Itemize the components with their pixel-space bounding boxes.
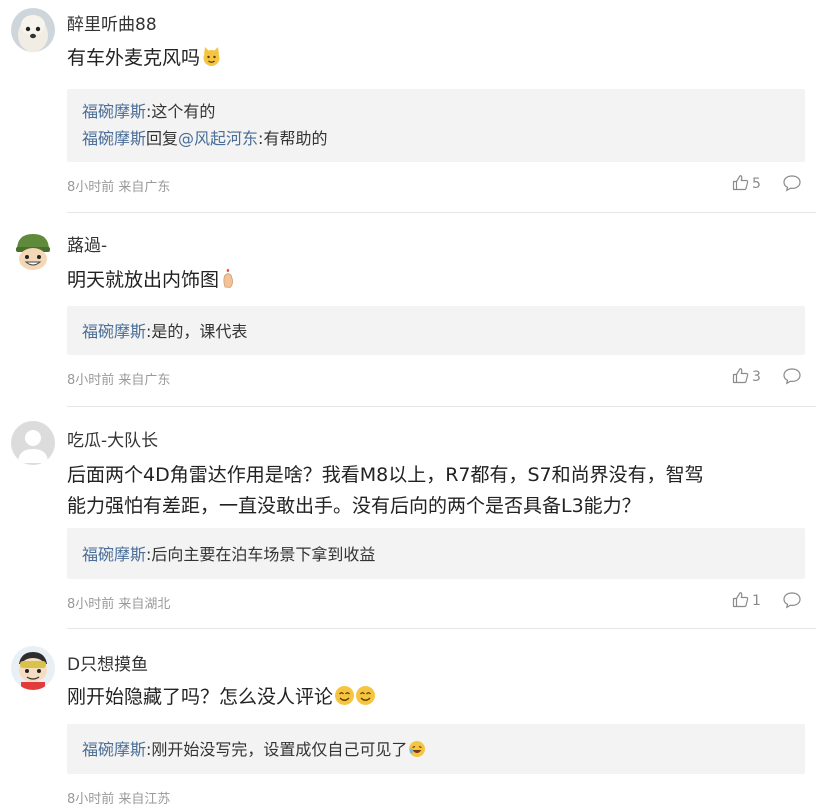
finger-heart-emoji <box>220 268 236 299</box>
reply-list: 福碗摩斯:这个有的 福碗摩斯回复@风起河东:有帮助的 <box>67 89 805 162</box>
reply-button[interactable] <box>782 367 802 389</box>
avatar[interactable] <box>11 646 55 690</box>
reply-list: 福碗摩斯:后向主要在泊车场景下拿到收益 <box>67 528 805 579</box>
like-button[interactable]: 5 <box>732 174 761 194</box>
reply-item: 福碗摩斯:后向主要在泊车场景下拿到收益 <box>82 541 375 565</box>
comment-text-body: 明天就放出内饰图 <box>67 269 220 291</box>
speech-bubble-icon <box>782 592 802 613</box>
comment-text: 有车外麦克风吗 <box>67 43 807 77</box>
avatar[interactable] <box>11 421 55 465</box>
thumbs-up-icon <box>732 591 749 612</box>
comment-item: 蕗過- 明天就放出内饰图 福碗摩斯:是的，课代表 8小时前 来自广东 3 <box>0 213 816 407</box>
thumbs-up-icon <box>732 367 749 388</box>
avatar[interactable] <box>11 228 55 272</box>
speech-bubble-icon <box>782 175 802 196</box>
comment-meta: 8小时前 来自江苏 <box>67 792 171 807</box>
username[interactable]: D只想摸鱼 <box>67 650 148 675</box>
reply-author-link[interactable]: 福碗摩斯 <box>82 740 146 759</box>
thumbs-up-icon <box>732 174 749 195</box>
like-button[interactable]: 3 <box>732 367 761 387</box>
comment-text-line: 后面两个4D角雷达作用是啥？我看M8以上，R7都有，S7和尚界没有，智驾 <box>67 464 704 486</box>
username[interactable]: 蕗過- <box>67 231 107 256</box>
reply-text: :是的，课代表 <box>146 322 248 341</box>
like-count: 5 <box>752 176 761 192</box>
username[interactable]: 吃瓜-大队长 <box>67 426 158 451</box>
reply-button[interactable] <box>782 174 802 196</box>
comment-meta: 8小时前 来自广东 <box>67 180 171 195</box>
like-button[interactable]: 1 <box>732 591 761 611</box>
comment-text: 刚开始隐藏了吗？怎么没人评论 <box>67 682 807 716</box>
reply-text: :刚开始没写完，设置成仅自己可见了 <box>146 740 408 759</box>
username[interactable]: 醉里听曲88 <box>67 10 157 35</box>
cat-face-emoji <box>201 46 222 77</box>
comment-item: 醉里听曲88 有车外麦克风吗 福碗摩斯:这个有的 福碗摩斯回复@风起河东:有帮助… <box>0 0 816 213</box>
like-count: 1 <box>752 593 761 609</box>
reply-author-link[interactable]: 福碗摩斯 <box>82 322 146 341</box>
reply-item: 福碗摩斯:这个有的 <box>82 98 215 122</box>
comment-text: 明天就放出内饰图 <box>67 265 807 299</box>
reply-author-link[interactable]: 福碗摩斯 <box>82 129 146 148</box>
comment-item: 吃瓜-大队长 后面两个4D角雷达作用是啥？我看M8以上，R7都有，S7和尚界没有… <box>0 407 816 629</box>
reply-author-link[interactable]: 福碗摩斯 <box>82 545 146 564</box>
comment-text-line: 能力强怕有差距，一直没敢出手。没有后向的两个是否具备L3能力？ <box>67 495 641 517</box>
comment-text-body: 有车外麦克风吗 <box>67 47 201 69</box>
avatar[interactable] <box>11 8 55 52</box>
reply-item: 福碗摩斯:刚开始没写完，设置成仅自己可见了 <box>82 736 426 762</box>
comment-meta: 8小时前 来自湖北 <box>67 597 171 612</box>
comment-meta: 8小时前 来自广东 <box>67 373 171 388</box>
laughing-emoji <box>408 740 426 762</box>
comment-item: D只想摸鱼 刚开始隐藏了吗？怎么没人评论 福碗摩斯:刚开始没写完，设置成仅自己可… <box>0 629 816 812</box>
comment-text: 后面两个4D角雷达作用是啥？我看M8以上，R7都有，S7和尚界没有，智驾 能力强… <box>67 460 807 522</box>
comment-text-body: 刚开始隐藏了吗？怎么没人评论 <box>67 686 334 708</box>
reply-label: 回复 <box>146 129 179 148</box>
reply-item: 福碗摩斯回复@风起河东:有帮助的 <box>82 125 327 149</box>
reply-author-link[interactable]: 福碗摩斯 <box>82 102 146 121</box>
mention-link[interactable]: @风起河东 <box>178 129 258 148</box>
reply-list: 福碗摩斯:是的，课代表 <box>67 306 805 355</box>
reply-text: :后向主要在泊车场景下拿到收益 <box>146 545 376 564</box>
reply-item: 福碗摩斯:是的，课代表 <box>82 318 247 342</box>
reply-text: :这个有的 <box>146 102 216 121</box>
reply-button[interactable] <box>782 591 802 613</box>
reply-text: :有帮助的 <box>258 129 328 148</box>
speech-bubble-icon <box>782 368 802 389</box>
reply-list: 福碗摩斯:刚开始没写完，设置成仅自己可见了 <box>67 724 805 774</box>
like-count: 3 <box>752 369 761 385</box>
smiling-face-emoji <box>334 685 376 716</box>
